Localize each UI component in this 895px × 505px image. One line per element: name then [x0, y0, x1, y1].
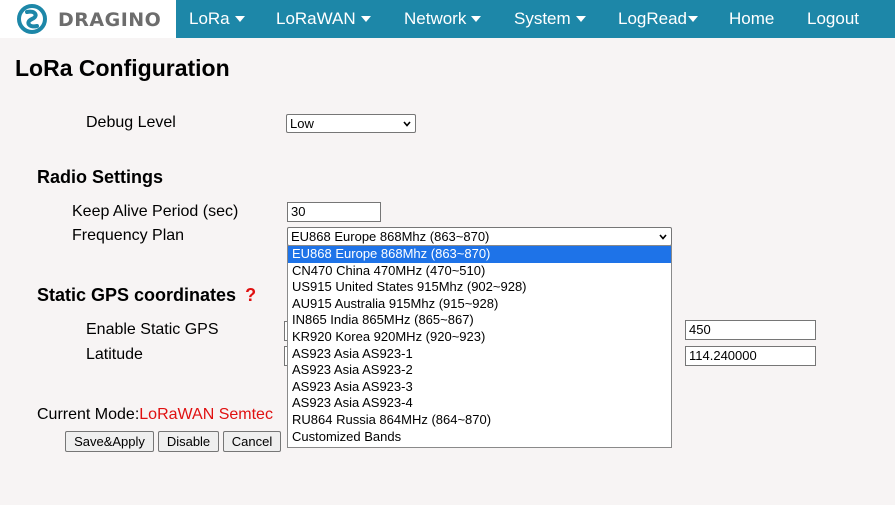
keep-alive-label: Keep Alive Period (sec)	[72, 203, 239, 220]
frequency-option[interactable]: KR920 Korea 920MHz (920~923)	[288, 329, 671, 346]
nav-logout[interactable]: Logout	[807, 0, 859, 38]
nav-home-label: Home	[729, 9, 775, 28]
dragino-logo-icon	[17, 4, 47, 34]
nav-lorawan[interactable]: LoRaWAN	[276, 0, 371, 38]
page-title: LoRa Configuration	[15, 55, 230, 81]
nav-home[interactable]: Home	[729, 0, 774, 38]
nav-logread[interactable]: LogRead	[618, 0, 699, 38]
nav-network-label: Network	[404, 9, 467, 28]
nav-lorawan-label: LoRaWAN	[276, 9, 356, 28]
static-gps-title-text: Static GPS coordinates	[37, 285, 237, 305]
frequency-option[interactable]: AS923 Asia AS923-4	[288, 395, 671, 412]
frequency-option[interactable]: CN470 China 470MHz (470~510)	[288, 263, 671, 280]
debug-level-value: Low	[290, 116, 314, 131]
keep-alive-input[interactable]: 30	[287, 202, 381, 222]
frequency-option[interactable]: EU868 Europe 868Mhz (863~870)	[288, 246, 671, 263]
static-gps-title: Static GPS coordinates?	[37, 285, 256, 306]
help-icon[interactable]: ?	[245, 285, 256, 305]
frequency-plan-select[interactable]: EU868 Europe 868Mhz (863~870)	[287, 227, 672, 246]
frequency-plan-label: Frequency Plan	[72, 227, 185, 244]
top-navbar: DRAGINO LoRa LoRaWAN Network System LogR…	[0, 0, 895, 38]
frequency-option[interactable]: AS923 Asia AS923-1	[288, 346, 671, 363]
save-apply-button[interactable]: Save&Apply	[65, 431, 154, 452]
frequency-plan-value: EU868 Europe 868Mhz (863~870)	[291, 229, 490, 244]
cancel-button[interactable]: Cancel	[223, 431, 281, 452]
logo[interactable]: DRAGINO	[0, 0, 176, 38]
caret-down-icon	[360, 16, 371, 22]
frequency-option[interactable]: AS923 Asia AS923-2	[288, 362, 671, 379]
radio-settings-title: Radio Settings	[37, 167, 164, 187]
frequency-option[interactable]: US915 United States 915Mhz (902~928)	[288, 279, 671, 296]
current-mode-label: Current Mode:	[37, 406, 140, 423]
logo-text: DRAGINO	[58, 9, 162, 31]
debug-level-select[interactable]: Low	[286, 114, 416, 133]
caret-down-icon	[688, 16, 699, 22]
current-mode-value: LoRaWAN Semtec	[139, 406, 273, 423]
nav-lora[interactable]: LoRa	[189, 0, 245, 38]
nav-logread-label: LogRead	[618, 9, 688, 28]
latitude-label: Latitude	[86, 346, 143, 363]
nav-logout-label: Logout	[807, 9, 859, 28]
caret-down-icon	[234, 16, 245, 22]
chevron-down-icon	[659, 234, 667, 240]
frequency-option[interactable]: Customized Bands	[288, 429, 671, 446]
altitude-input[interactable]: 450	[685, 320, 816, 340]
nav-lora-label: LoRa	[189, 9, 230, 28]
current-mode: Current Mode:LoRaWAN Semtec	[37, 406, 273, 424]
nav-system[interactable]: System	[514, 0, 586, 38]
disable-button[interactable]: Disable	[158, 431, 219, 452]
caret-down-icon	[471, 16, 482, 22]
page: DRAGINO LoRa LoRaWAN Network System LogR…	[0, 0, 895, 505]
chevron-down-icon	[403, 121, 411, 127]
frequency-option[interactable]: RU864 Russia 864MHz (864~870)	[288, 412, 671, 429]
frequency-plan-dropdown: EU868 Europe 868Mhz (863~870) CN470 Chin…	[287, 245, 672, 448]
nav-network[interactable]: Network	[404, 0, 482, 38]
frequency-option[interactable]: IN865 India 865MHz (865~867)	[288, 312, 671, 329]
nav-system-label: System	[514, 9, 571, 28]
frequency-option[interactable]: AS923 Asia AS923-3	[288, 379, 671, 396]
enable-static-gps-label: Enable Static GPS	[86, 321, 219, 338]
caret-down-icon	[575, 16, 586, 22]
debug-level-label: Debug Level	[86, 114, 176, 131]
longitude-input[interactable]: 114.240000	[685, 346, 816, 366]
frequency-option[interactable]: AU915 Australia 915Mhz (915~928)	[288, 296, 671, 313]
